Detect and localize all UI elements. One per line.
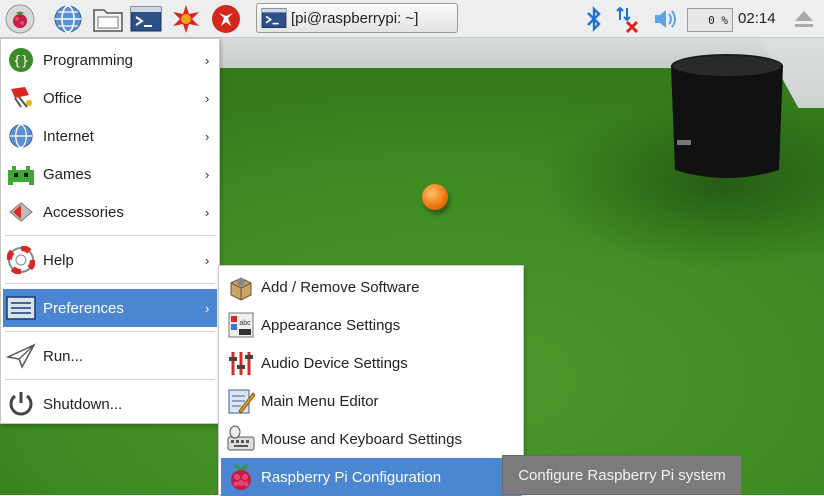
clock[interactable]: 02:14 (738, 10, 776, 27)
menu-item-label: Shutdown... (43, 395, 123, 413)
menu-item-label: Preferences (43, 299, 124, 317)
menu-item-label: Help (43, 251, 74, 269)
menu-item-games[interactable]: Games › (3, 155, 217, 193)
submenu-item-add-remove-software[interactable]: Add / Remove Software (221, 268, 521, 306)
submenu-item-label: Appearance Settings (261, 316, 401, 334)
submenu-item-raspberry-pi-configuration[interactable]: Raspberry Pi Configuration (221, 458, 521, 496)
wallpaper-robot (671, 54, 783, 178)
submenu-item-label: Raspberry Pi Configuration (261, 468, 442, 486)
accessories-icon (3, 195, 39, 229)
submenu-item-audio-device-settings[interactable]: Audio Device Settings (221, 344, 521, 382)
menu-item-label: Internet (43, 127, 94, 145)
games-icon (3, 157, 39, 191)
preferences-icon (3, 291, 39, 325)
menu-item-label: Programming (43, 51, 134, 69)
menu-item-preferences[interactable]: Preferences › (3, 289, 217, 327)
volume-icon[interactable] (650, 3, 682, 35)
eject-icon[interactable] (788, 3, 820, 35)
menu-item-label: Office (43, 89, 82, 107)
terminal-icon (261, 7, 287, 28)
svg-text:abc: abc (239, 320, 251, 327)
menu-separator (5, 283, 215, 284)
menu-item-internet[interactable]: Internet › (3, 117, 217, 155)
menu-separator (5, 235, 215, 236)
chevron-right-icon: › (205, 252, 210, 268)
programming-icon: {} (3, 43, 39, 77)
menu-item-accessories[interactable]: Accessories › (3, 193, 217, 231)
tooltip: Configure Raspberry Pi system (502, 455, 742, 495)
submenu-item-label: Audio Device Settings (261, 354, 408, 372)
submenu-item-mouse-keyboard-settings[interactable]: Mouse and Keyboard Settings (221, 420, 521, 458)
office-icon (3, 81, 39, 115)
bluetooth-icon[interactable] (578, 3, 610, 35)
help-icon (3, 243, 39, 277)
menu-item-programming[interactable]: {} Programming › (3, 41, 217, 79)
menu-separator (5, 379, 215, 380)
raspberry-config-icon (221, 460, 261, 494)
chevron-right-icon: › (205, 90, 210, 106)
audio-mixer-icon (221, 346, 261, 380)
menu-item-label: Games (43, 165, 92, 183)
browser-icon[interactable] (52, 3, 84, 35)
preferences-submenu: Add / Remove Software abc Appearance Set… (218, 265, 524, 496)
package-icon (221, 270, 261, 304)
wallpaper-ball (422, 184, 448, 210)
chevron-right-icon: › (205, 52, 210, 68)
menu-item-run[interactable]: Run... (3, 337, 217, 375)
menu-item-label: Accessories (43, 203, 124, 221)
internet-icon (3, 119, 39, 153)
raspberry-menu-icon[interactable] (4, 3, 36, 35)
submenu-item-label: Add / Remove Software (261, 278, 420, 296)
chevron-right-icon: › (205, 204, 210, 220)
run-icon (3, 339, 39, 373)
shutdown-icon (3, 387, 39, 421)
mouse-keyboard-icon (221, 422, 261, 456)
chevron-right-icon: › (205, 166, 210, 182)
file-manager-icon[interactable] (92, 3, 124, 35)
submenu-item-label: Main Menu Editor (261, 392, 379, 410)
terminal-task-label: [pi@raspberrypi: ~] (291, 9, 419, 27)
svg-text:{}: {} (13, 54, 29, 69)
menu-item-shutdown[interactable]: Shutdown... (3, 385, 217, 423)
chevron-right-icon: › (205, 128, 210, 144)
menu-item-help[interactable]: Help › (3, 241, 217, 279)
math-icon[interactable] (170, 3, 202, 35)
menu-separator (5, 331, 215, 332)
network-disconnected-icon[interactable] (612, 3, 644, 35)
submenu-item-main-menu-editor[interactable]: Main Menu Editor (221, 382, 521, 420)
submenu-item-label: Mouse and Keyboard Settings (261, 430, 462, 448)
main-menu: {} Programming › Office › Internet › Gam… (0, 38, 220, 424)
submenu-item-appearance-settings[interactable]: abc Appearance Settings (221, 306, 521, 344)
taskbar: [pi@raspberrypi: ~] 0 % 02:14 (0, 0, 824, 38)
menu-editor-icon (221, 384, 261, 418)
appearance-icon: abc (221, 308, 261, 342)
menu-item-label: Run... (43, 347, 84, 365)
cpu-usage-monitor[interactable]: 0 % (687, 8, 733, 32)
wolfram-icon[interactable] (210, 3, 242, 35)
chevron-right-icon: › (205, 300, 210, 316)
terminal-icon[interactable] (130, 3, 162, 35)
terminal-taskbar-button[interactable]: [pi@raspberrypi: ~] (256, 3, 458, 33)
menu-item-office[interactable]: Office › (3, 79, 217, 117)
